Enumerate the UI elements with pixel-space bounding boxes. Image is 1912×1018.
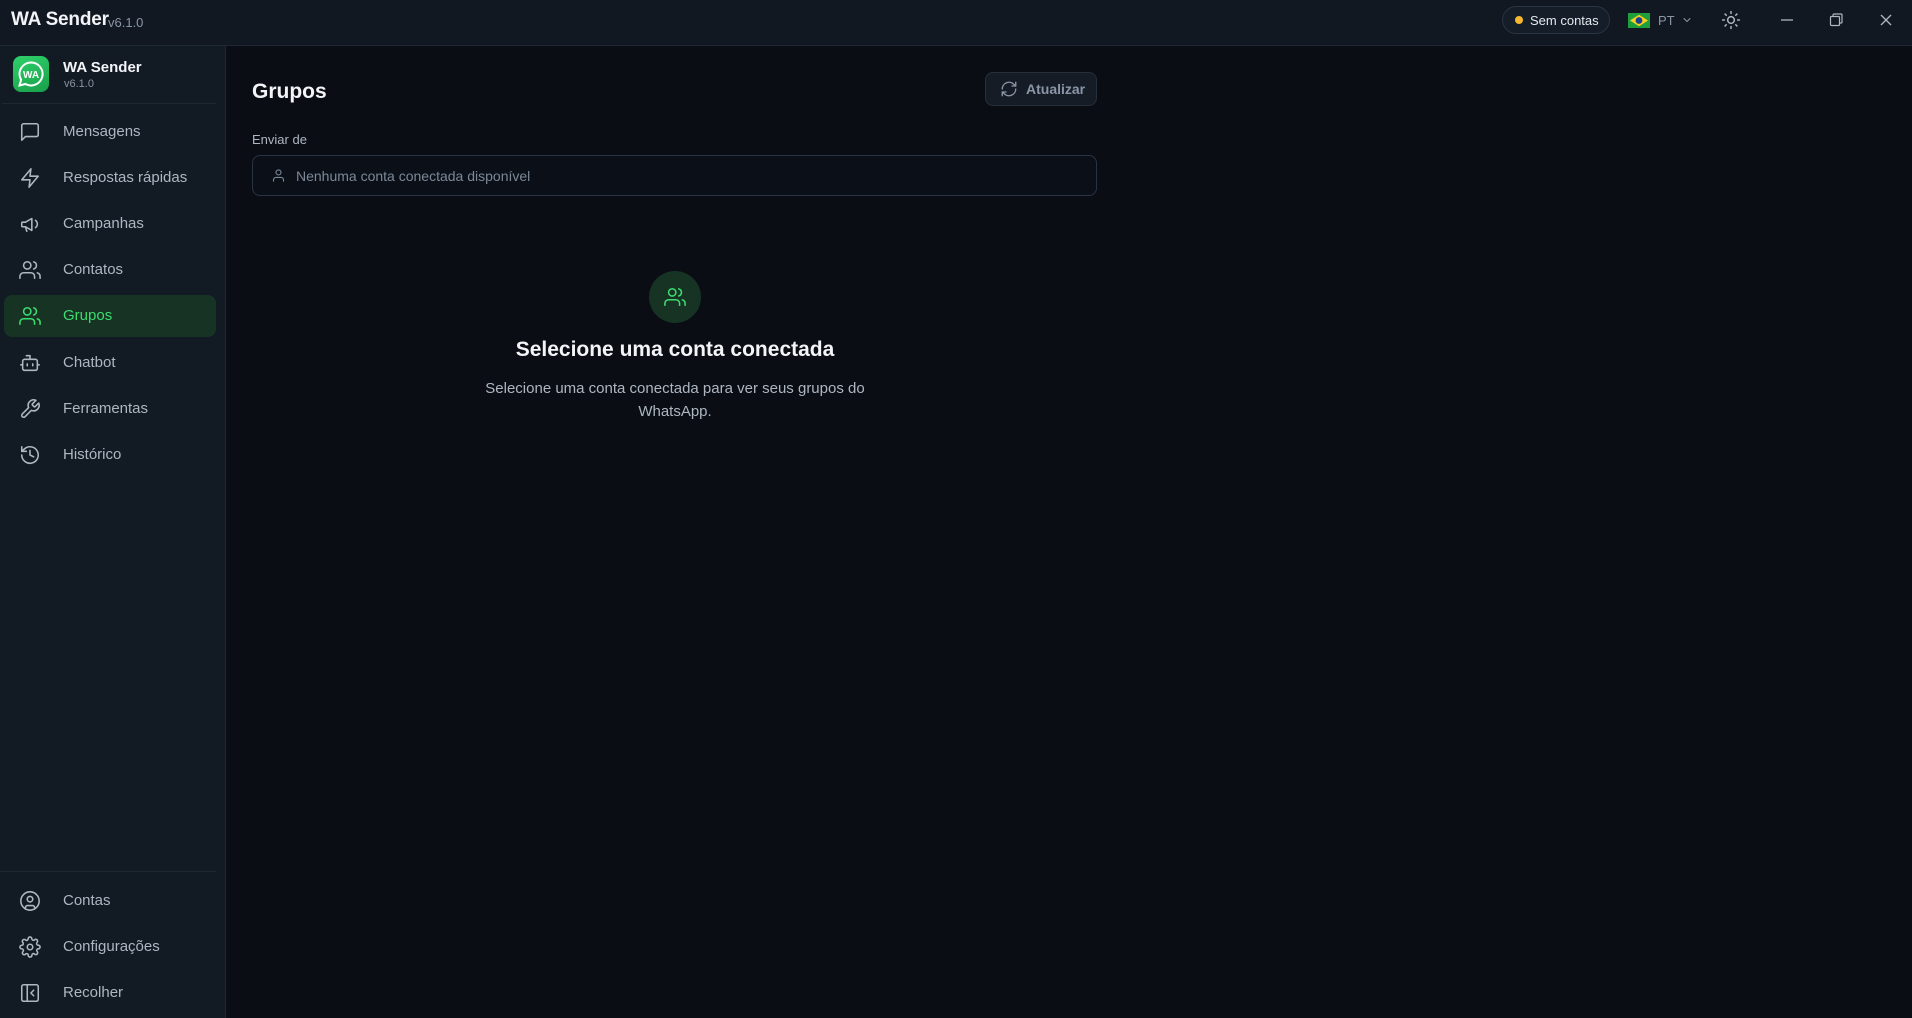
sidebar-item-label: Campanhas xyxy=(63,215,144,232)
whatsapp-logo-icon: WA xyxy=(13,56,49,92)
close-icon xyxy=(1880,14,1892,26)
sidebar-item-chatbot[interactable]: Chatbot xyxy=(4,342,216,384)
sun-icon xyxy=(1721,10,1741,30)
send-from-label: Enviar de xyxy=(252,132,307,147)
sidebar-item-recolher[interactable]: Recolher xyxy=(4,972,216,1014)
sidebar: WA WA Sender v6.1.0 Mensagens Respostas … xyxy=(0,46,226,1018)
theme-toggle-button[interactable] xyxy=(1720,9,1742,31)
sidebar-brand: WA WA Sender v6.1.0 xyxy=(2,46,216,104)
refresh-icon xyxy=(1001,81,1017,97)
main-content: Grupos Atualizar Enviar de Nenhuma conta… xyxy=(227,46,1912,1018)
bot-icon xyxy=(20,354,40,372)
sidebar-item-label: Contas xyxy=(63,892,111,909)
user-icon xyxy=(272,169,285,182)
sidebar-item-campanhas[interactable]: Campanhas xyxy=(4,203,216,245)
collapse-sidebar-icon xyxy=(20,983,40,1003)
megaphone-icon xyxy=(20,217,39,233)
page-title: Grupos xyxy=(252,80,327,103)
lightning-icon xyxy=(20,168,40,188)
brand-version: v6.1.0 xyxy=(64,78,94,90)
empty-state-icon xyxy=(649,271,701,323)
users-icon xyxy=(664,287,686,307)
sidebar-item-historico[interactable]: Histórico xyxy=(4,434,216,476)
minimize-button[interactable] xyxy=(1776,9,1798,31)
refresh-label: Atualizar xyxy=(1026,81,1086,97)
user-circle-icon xyxy=(20,891,40,911)
account-select-placeholder: Nenhuma conta conectada disponível xyxy=(296,167,531,184)
title-bar: WA Sender v6.1.0 Sem contas PT xyxy=(0,0,1912,46)
sidebar-item-label: Contatos xyxy=(63,261,124,278)
app-title: WA Sender xyxy=(11,9,109,30)
brand-logo-text: WA xyxy=(23,70,39,81)
chat-bubble-icon: WA xyxy=(18,61,44,87)
empty-state-description: Selecione uma conta conectada para ver s… xyxy=(485,380,865,420)
gear-icon xyxy=(19,936,41,958)
account-select[interactable]: Nenhuma conta conectada disponível xyxy=(252,155,1097,196)
sidebar-item-label: Grupos xyxy=(63,307,113,324)
wrench-icon xyxy=(21,399,40,418)
sidebar-item-label: Ferramentas xyxy=(63,400,149,417)
sidebar-item-grupos[interactable]: Grupos xyxy=(4,295,216,337)
sidebar-item-label: Configurações xyxy=(63,938,160,955)
brand-name: WA Sender xyxy=(63,59,142,76)
sidebar-item-contas[interactable]: Contas xyxy=(4,880,216,922)
sidebar-item-label: Histórico xyxy=(63,446,122,463)
brazil-flag-icon xyxy=(1628,12,1650,28)
empty-state-title: Selecione uma conta conectada xyxy=(515,338,835,361)
sidebar-item-label: Recolher xyxy=(63,984,124,1001)
restore-icon xyxy=(1829,13,1843,27)
chevron-down-icon xyxy=(1683,18,1691,22)
sidebar-divider xyxy=(0,871,216,872)
close-button[interactable] xyxy=(1875,9,1897,31)
history-icon xyxy=(20,445,40,464)
users-icon xyxy=(19,260,41,280)
minimize-icon xyxy=(1781,19,1793,21)
app-version: v6.1.0 xyxy=(108,15,144,30)
restore-button[interactable] xyxy=(1825,9,1847,31)
language-selector[interactable]: PT xyxy=(1628,9,1693,31)
users-icon xyxy=(19,306,41,326)
status-text: Sem contas xyxy=(1530,12,1599,28)
sidebar-item-label: Chatbot xyxy=(63,354,116,371)
sidebar-item-label: Mensagens xyxy=(63,123,141,140)
account-status-badge[interactable]: Sem contas xyxy=(1502,6,1610,34)
refresh-button[interactable]: Atualizar xyxy=(985,72,1097,106)
sidebar-item-contatos[interactable]: Contatos xyxy=(4,249,216,291)
sidebar-item-mensagens[interactable]: Mensagens xyxy=(4,111,216,153)
language-code: PT xyxy=(1658,12,1675,28)
sidebar-item-label: Respostas rápidas xyxy=(63,169,188,186)
sidebar-item-respostas-rapidas[interactable]: Respostas rápidas xyxy=(4,157,216,199)
message-square-icon xyxy=(20,122,40,142)
status-dot xyxy=(1515,16,1523,24)
sidebar-item-configuracoes[interactable]: Configurações xyxy=(4,926,216,968)
sidebar-item-ferramentas[interactable]: Ferramentas xyxy=(4,388,216,430)
